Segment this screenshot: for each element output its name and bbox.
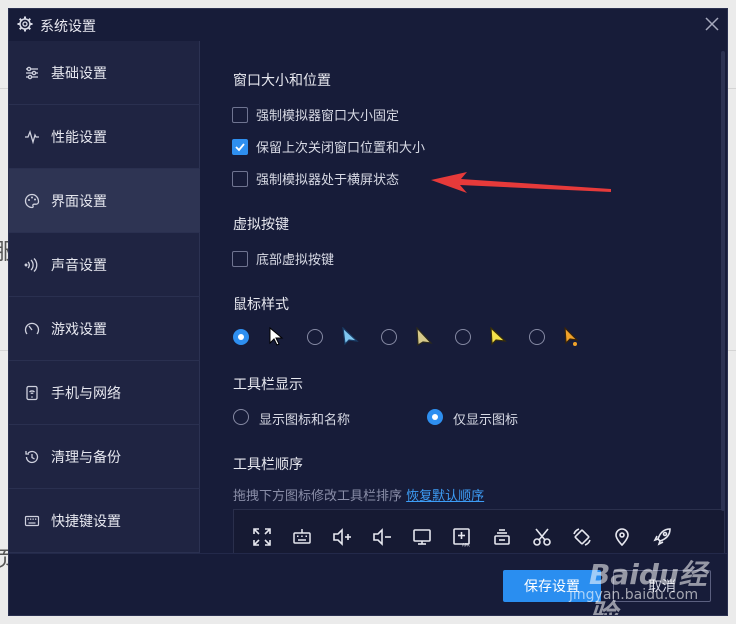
- show-icon-and-name-label: 显示图标和名称: [259, 413, 351, 428]
- volume-down-icon[interactable]: [372, 527, 392, 547]
- sidebar: 基础设置 性能设置 界面设置 声音设置 游戏设置 手机与网络 清理与备份 快捷键…: [9, 41, 200, 553]
- settings-dialog: 系统设置 基础设置 性能设置 界面设置 声音设置 游戏设置 手机与网络 清理与备…: [8, 8, 728, 616]
- sidebar-item-interface[interactable]: 界面设置: [9, 169, 200, 233]
- toolbar-order-section-title: 工具栏顺序: [233, 457, 303, 473]
- mouse-style-radio-4[interactable]: [455, 329, 471, 345]
- mouse-style-radio-1[interactable]: [233, 329, 249, 345]
- sidebar-item-label: 游戏设置: [51, 321, 107, 338]
- mouse-style-radio-3[interactable]: [381, 329, 397, 345]
- red-arrow-annotation: [431, 172, 611, 193]
- checkbox-label: 底部虚拟按键: [256, 253, 335, 268]
- phone-wifi-icon: [24, 385, 40, 401]
- cursor-khaki-icon: [416, 327, 433, 347]
- gear-icon: [17, 16, 33, 32]
- sidebar-item-basic[interactable]: 基础设置: [9, 41, 200, 105]
- scissors-icon[interactable]: [532, 527, 552, 547]
- location-icon[interactable]: [612, 527, 632, 547]
- sidebar-item-performance[interactable]: 性能设置: [9, 105, 200, 169]
- cursor-yellow-icon: [490, 327, 507, 346]
- bottom-virtual-keys-checkbox[interactable]: 底部虚拟按键: [232, 249, 334, 268]
- pulse-icon: [24, 129, 40, 145]
- toolbar-order-hint: 拖拽下方图标修改工具栏排序 恢复默认顺序: [233, 485, 484, 504]
- checkbox-label: 强制模拟器处于横屏状态: [256, 173, 400, 188]
- checkbox-box[interactable]: [232, 250, 248, 267]
- screen-icon[interactable]: [412, 527, 432, 547]
- title-bar[interactable]: 系统设置: [9, 9, 727, 41]
- checkbox-label: 强制模拟器窗口大小固定: [256, 109, 400, 124]
- sidebar-item-phone-network[interactable]: 手机与网络: [9, 361, 200, 425]
- keyboard-icon[interactable]: [292, 527, 312, 547]
- keyboard-icon: [24, 513, 40, 529]
- sidebar-item-label: 快捷键设置: [51, 513, 121, 530]
- baidu-watermark-url: jingyan.baidu.com: [569, 587, 699, 603]
- restore-default-order-link[interactable]: 恢复默认顺序: [406, 489, 484, 504]
- settings-content: 窗口大小和位置 强制模拟器窗口大小固定 保留上次关闭窗口位置和大小 强制模拟器处…: [201, 41, 727, 553]
- multi-instance-icon[interactable]: [492, 527, 512, 547]
- sidebar-item-label: 清理与备份: [51, 449, 121, 466]
- volume-up-icon[interactable]: [332, 527, 352, 547]
- scrollbar[interactable]: [721, 51, 725, 511]
- sidebar-item-label: 手机与网络: [51, 385, 121, 402]
- sidebar-item-game[interactable]: 游戏设置: [9, 297, 200, 361]
- checkbox-box[interactable]: [232, 138, 248, 155]
- cursor-blue-icon: [342, 327, 359, 346]
- icon-only-label: 仅显示图标: [453, 413, 519, 428]
- toolbar-order-box: APK: [233, 509, 725, 553]
- svg-text:APK: APK: [462, 543, 470, 548]
- icon-only-radio[interactable]: [427, 409, 443, 425]
- mouse-style-radio-5[interactable]: [529, 329, 545, 345]
- sidebar-item-label: 基础设置: [51, 65, 107, 82]
- mouse-style-section-title: 鼠标样式: [233, 297, 289, 313]
- checkbox-box[interactable]: [232, 106, 248, 123]
- show-icon-and-name-radio[interactable]: [233, 409, 249, 425]
- check-icon: [235, 142, 245, 151]
- rocket-icon[interactable]: [652, 527, 672, 547]
- keep-last-window-position-checkbox[interactable]: 保留上次关闭窗口位置和大小: [232, 137, 425, 156]
- force-fixed-window-size-checkbox[interactable]: 强制模拟器窗口大小固定: [232, 105, 399, 124]
- virtual-keys-section-title: 虚拟按键: [233, 217, 289, 233]
- sidebar-item-cleanup-backup[interactable]: 清理与备份: [9, 425, 200, 489]
- sidebar-item-label: 界面设置: [51, 193, 107, 210]
- toolbar-display-section-title: 工具栏显示: [233, 377, 303, 393]
- checkbox-label: 保留上次关闭窗口位置和大小: [256, 141, 426, 156]
- dialog-title: 系统设置: [40, 19, 96, 35]
- checkbox-box[interactable]: [232, 170, 248, 187]
- mouse-style-radio-2[interactable]: [307, 329, 323, 345]
- hint-text: 拖拽下方图标修改工具栏排序: [233, 489, 403, 504]
- baidu-watermark: Baidu经验: [589, 558, 707, 616]
- close-icon[interactable]: [704, 16, 720, 32]
- cursor-orange-icon: [564, 327, 579, 346]
- force-landscape-checkbox[interactable]: 强制模拟器处于横屏状态: [232, 169, 399, 188]
- sound-icon: [24, 257, 40, 273]
- apk-install-icon[interactable]: APK: [452, 527, 472, 547]
- sidebar-item-hotkeys[interactable]: 快捷键设置: [9, 489, 200, 553]
- sidebar-item-sound[interactable]: 声音设置: [9, 233, 200, 297]
- sliders-icon: [24, 65, 40, 81]
- history-icon: [24, 449, 40, 465]
- gauge-icon: [24, 321, 40, 337]
- rotate-icon[interactable]: [572, 527, 592, 547]
- palette-icon: [24, 193, 40, 209]
- fullscreen-icon[interactable]: [252, 527, 272, 547]
- cursor-white-icon: [269, 327, 284, 346]
- window-size-section-title: 窗口大小和位置: [233, 73, 331, 89]
- sidebar-item-label: 性能设置: [51, 129, 107, 146]
- sidebar-item-label: 声音设置: [51, 257, 107, 274]
